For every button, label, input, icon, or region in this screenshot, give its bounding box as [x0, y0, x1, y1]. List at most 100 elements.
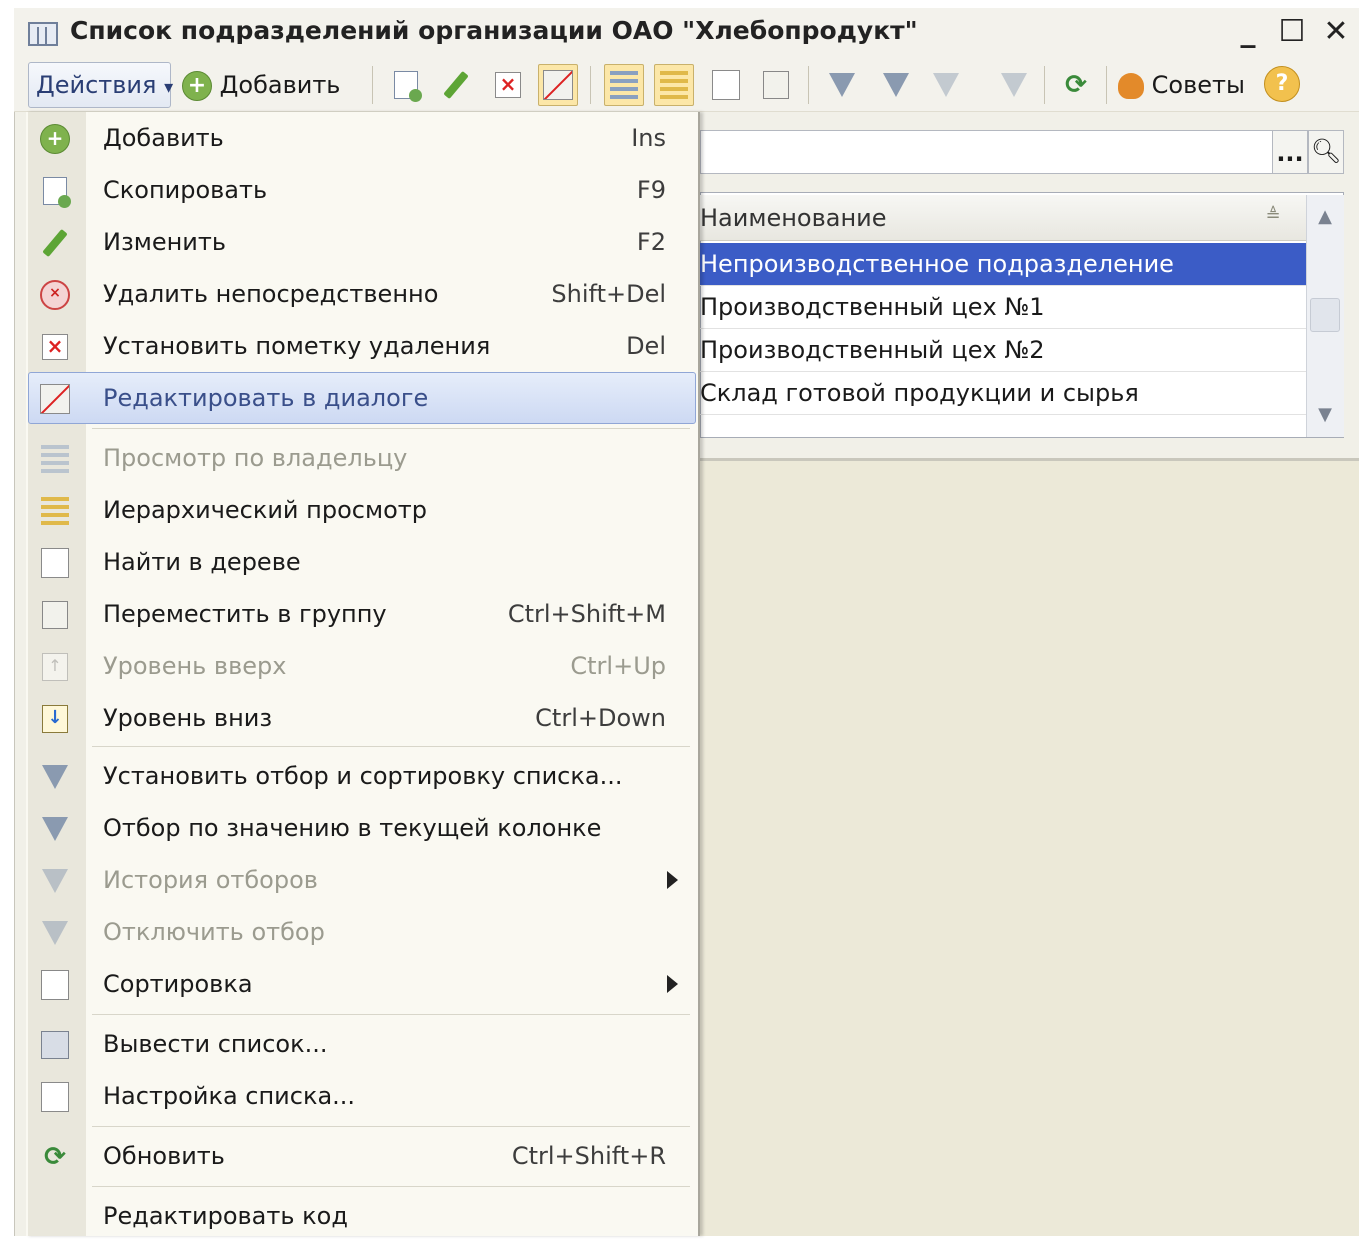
menu-item-owner-view[interactable]: Просмотр по владельцу: [28, 432, 696, 484]
form-lower-area: [700, 461, 1359, 1236]
menu-item-shortcut: Ctrl+Up: [570, 652, 666, 680]
owner-view-icon: [41, 445, 69, 473]
menu-item-label: Просмотр по владельцу: [103, 444, 408, 472]
help-icon: ?: [1264, 66, 1300, 102]
hierarchy-button[interactable]: [654, 64, 694, 106]
maximize-button[interactable]: ☐: [1272, 12, 1312, 52]
move-to-group-button[interactable]: [756, 64, 796, 106]
menu-item-shortcut: F2: [636, 228, 666, 256]
mark-delete-icon: ×: [42, 334, 68, 360]
copy-icon: [394, 71, 422, 102]
menu-item-find-in-tree[interactable]: Найти в дереве: [28, 536, 696, 588]
pencil-icon: [42, 228, 68, 258]
actions-menu-button[interactable]: Действия ▾: [28, 62, 174, 108]
menu-item-level-down[interactable]: ↓ Уровень вниз Ctrl+Down: [28, 692, 696, 744]
menu-item-shortcut: Shift+Del: [551, 280, 666, 308]
menu-item-label: Найти в дереве: [103, 548, 301, 576]
filter-value-icon: [42, 817, 68, 841]
search-button[interactable]: 🔍︎: [1308, 130, 1344, 174]
table-row[interactable]: Производственный цех №1: [700, 286, 1306, 329]
add-icon: +: [182, 71, 212, 101]
column-header-name[interactable]: Наименование: [700, 195, 1306, 241]
copy-icon: [43, 177, 71, 208]
owner-view-button[interactable]: [604, 64, 644, 106]
refresh-icon: ⟳: [1065, 70, 1087, 100]
minimize-button[interactable]: _: [1228, 12, 1268, 52]
find-tree-icon: [712, 70, 740, 100]
scroll-down-arrow[interactable]: ▼: [1306, 395, 1344, 435]
filter-history-button[interactable]: [926, 64, 966, 106]
table-row[interactable]: Склад готовой продукции и сырья: [700, 372, 1306, 415]
edit-in-dialog-button[interactable]: [538, 64, 578, 106]
menu-item-shortcut: F9: [636, 176, 666, 204]
menu-item-label: Изменить: [103, 228, 226, 256]
hint-icon: [1118, 73, 1144, 99]
list-settings-icon: [41, 1082, 69, 1112]
hierarchy-icon: [41, 497, 69, 525]
menu-item-add[interactable]: + Добавить Ins: [28, 112, 696, 164]
filter-sort-button[interactable]: [822, 64, 862, 106]
window-title: Список подразделений организации ОАО "Хл…: [70, 16, 918, 45]
copy-button[interactable]: [386, 64, 426, 106]
submenu-arrow-icon: [667, 975, 678, 993]
menu-item-label: Установить пометку удаления: [103, 332, 491, 360]
pencil-icon: [443, 70, 469, 100]
menu-item-copy[interactable]: Скопировать F9: [28, 164, 696, 216]
level-down-icon: ↓: [42, 705, 68, 733]
toolbar-separator: [808, 66, 809, 104]
filter-value-icon: [883, 73, 909, 97]
sort-icon: [41, 970, 69, 1000]
add-button[interactable]: + Добавить: [182, 62, 360, 108]
move-group-icon: [42, 601, 68, 629]
menu-item-list-settings[interactable]: Настройка списка...: [28, 1070, 696, 1122]
menu-item-print-list[interactable]: Вывести список...: [28, 1018, 696, 1070]
edit-button[interactable]: [436, 64, 476, 106]
menu-item-move-to-group[interactable]: Переместить в группу Ctrl+Shift+M: [28, 588, 696, 640]
search-input[interactable]: [700, 130, 1272, 174]
toolbar-separator: [1106, 66, 1107, 104]
menu-item-edit-in-dialog[interactable]: Редактировать в диалоге: [28, 372, 696, 424]
menu-item-hierarchy[interactable]: Иерархический просмотр: [28, 484, 696, 536]
menu-item-edit[interactable]: Изменить F2: [28, 216, 696, 268]
menu-item-filter-off[interactable]: Отключить отбор: [28, 906, 696, 958]
help-button[interactable]: ?: [1264, 66, 1300, 102]
menu-item-label: Уровень вниз: [103, 704, 273, 732]
close-button[interactable]: ✕: [1316, 12, 1356, 52]
find-in-tree-button[interactable]: [706, 64, 746, 106]
mark-delete-button[interactable]: ×: [488, 64, 528, 106]
hints-label: Советы: [1151, 71, 1245, 99]
menu-item-level-up[interactable]: ↑ Уровень вверх Ctrl+Up: [28, 640, 696, 692]
filter-sort-icon: [829, 73, 855, 97]
menu-separator: [92, 1126, 690, 1127]
menu-item-delete[interactable]: × Удалить непосредственно Shift+Del: [28, 268, 696, 320]
table-row[interactable]: Непроизводственное подразделение: [700, 243, 1306, 286]
mark-delete-icon: ×: [495, 72, 521, 98]
scroll-up-arrow[interactable]: ▲: [1306, 197, 1344, 237]
menu-item-label: Редактировать код: [103, 1202, 348, 1230]
refresh-button[interactable]: ⟳: [1056, 64, 1096, 106]
menu-item-refresh[interactable]: ⟳ Обновить Ctrl+Shift+R: [28, 1130, 696, 1182]
edit-dialog-icon: [40, 384, 70, 414]
filter-history-icon: [933, 73, 959, 97]
menu-item-edit-code[interactable]: Редактировать код: [28, 1190, 696, 1236]
filter-sort-icon: [42, 765, 68, 789]
scroll-thumb[interactable]: [1310, 298, 1340, 332]
menu-separator: [92, 1186, 690, 1187]
select-button[interactable]: ...: [1272, 130, 1308, 174]
menu-item-label: Иерархический просмотр: [103, 496, 427, 524]
chevron-down-icon: ▾: [164, 77, 174, 98]
menu-item-shortcut: Ins: [631, 124, 666, 152]
menu-item-label: Вывести список...: [103, 1030, 328, 1058]
hints-button[interactable]: Советы: [1118, 62, 1288, 108]
menu-item-filter-by-value[interactable]: Отбор по значению в текущей колонке: [28, 802, 696, 854]
menu-item-filter-history[interactable]: История отборов: [28, 854, 696, 906]
filter-off-button[interactable]: [994, 64, 1034, 106]
menu-item-filter-sort[interactable]: Установить отбор и сортировку списка...: [28, 750, 696, 802]
menu-item-label: История отборов: [103, 866, 318, 894]
filter-value-button[interactable]: [876, 64, 916, 106]
menu-item-label: Сортировка: [103, 970, 253, 998]
menu-item-sort[interactable]: Сортировка: [28, 958, 696, 1010]
menu-item-mark-delete[interactable]: × Установить пометку удаления Del: [28, 320, 696, 372]
table-row[interactable]: Производственный цех №2: [700, 329, 1306, 372]
list-window-icon: [28, 22, 58, 46]
